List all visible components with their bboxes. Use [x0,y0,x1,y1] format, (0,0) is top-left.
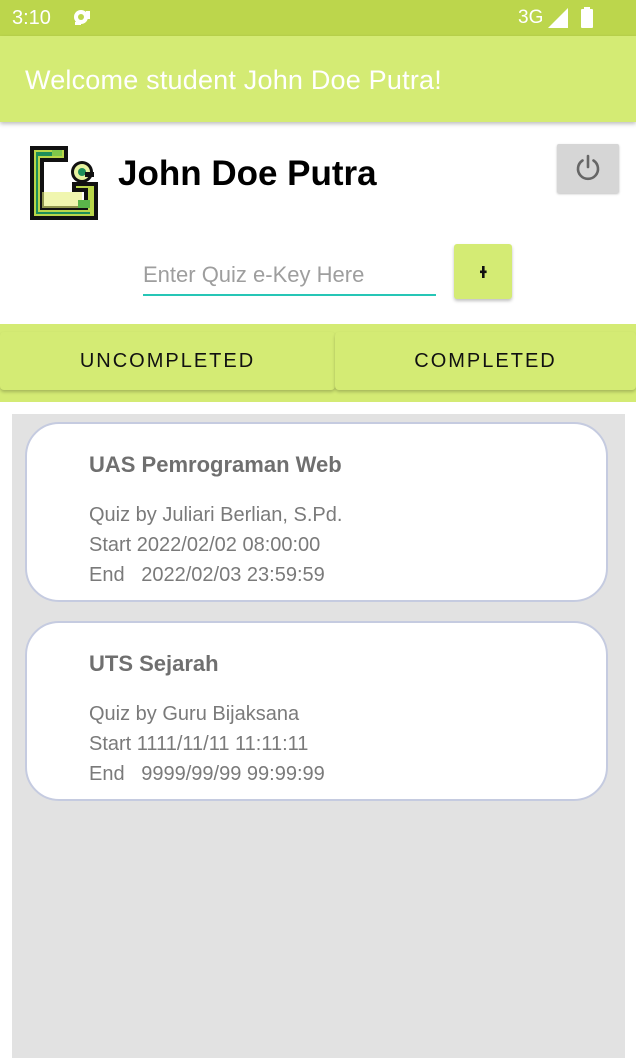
tab-uncompleted[interactable]: UNCOMPLETED [0,332,335,390]
quiz-list[interactable]: UAS Pemrograman Web Quiz by Juliari Berl… [12,414,625,1058]
quiz-key-input[interactable] [143,256,436,296]
quiz-card[interactable]: UAS Pemrograman Web Quiz by Juliari Berl… [25,422,608,602]
quiz-title: UTS Sejarah [89,651,219,676]
quiz-title: UAS Pemrograman Web [89,452,342,477]
notification-icon [72,8,92,28]
power-icon [576,154,600,181]
status-time: 3:10 [12,7,51,29]
signal-icon [548,8,570,28]
tab-strip: UNCOMPLETED COMPLETED [0,324,636,402]
quiz-card[interactable]: UTS Sejarah Quiz by Guru Bijaksana Start… [25,621,608,801]
quiz-author: Quiz by Juliari Berlian, S.Pd. [89,504,343,526]
add-icon [454,244,512,299]
logout-button[interactable] [557,144,619,193]
tab-completed[interactable]: COMPLETED [335,332,636,390]
quiz-start: Start 2022/02/02 08:00:00 [89,534,321,556]
user-name: John Doe Putra [118,154,377,193]
network-type: 3G [518,7,544,28]
battery-icon [580,7,594,28]
quiz-author: Quiz by Guru Bijaksana [89,703,300,725]
quiz-end: End 9999/99/99 99:99:99 [89,763,325,785]
quiz-end: End 2022/02/03 23:59:59 [89,564,325,586]
quiz-start: Start 1111/11/11 11:11:11 [89,733,309,755]
app-logo-icon [22,142,100,226]
add-quiz-button[interactable] [454,244,512,299]
app-bar: Welcome student John Doe Putra! [0,36,636,122]
app-bar-title: Welcome student John Doe Putra! [25,65,442,95]
status-bar: 3:10 3G [0,0,636,36]
